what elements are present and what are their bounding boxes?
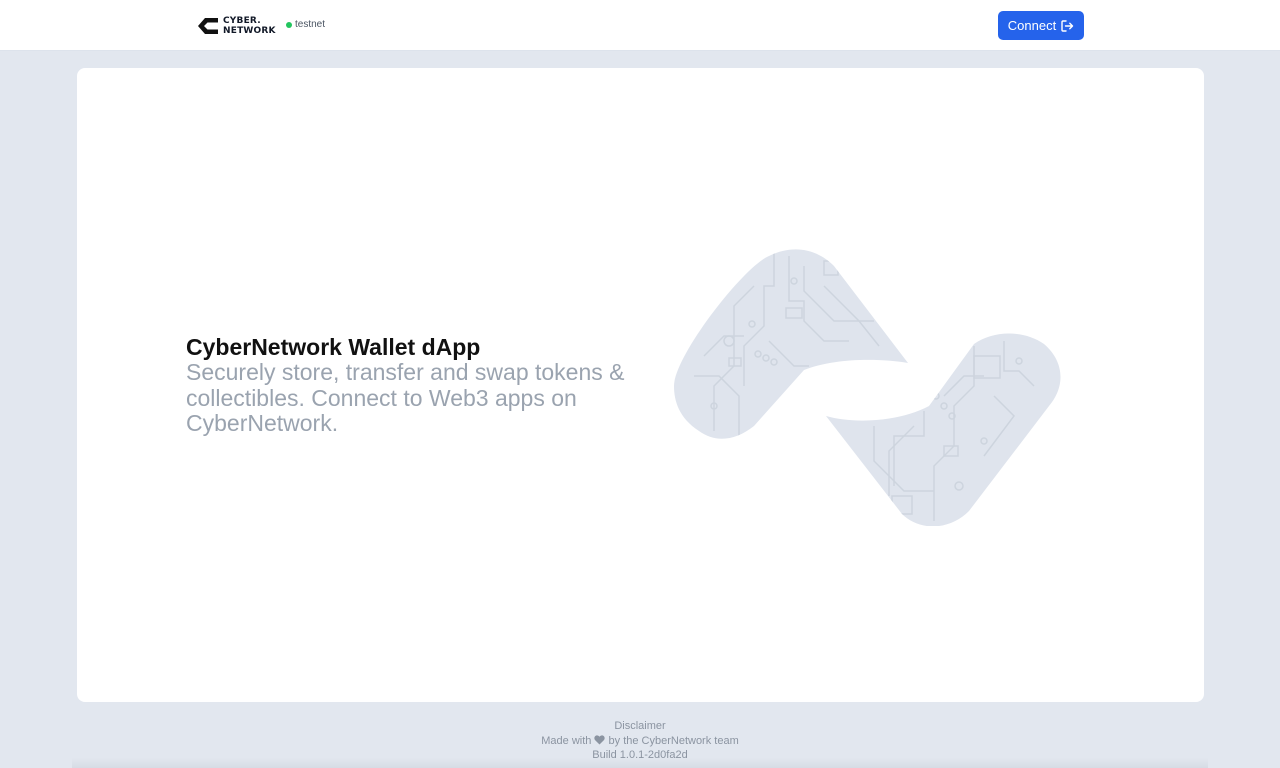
made-with-prefix: Made with: [541, 734, 592, 747]
heart-icon: [594, 734, 606, 744]
brand-wordmark: CYBER. NETWORK: [223, 16, 276, 36]
brand-logo[interactable]: CYBER. NETWORK: [197, 14, 276, 38]
main-card: CyberNetwork Wallet dApp Securely store,…: [77, 68, 1204, 702]
made-with-suffix: by the CyberNetwork team: [608, 734, 739, 747]
made-with-line: Made with by the CyberNetwork team: [0, 734, 1280, 749]
network-badge: testnet: [286, 19, 325, 30]
footer: Disclaimer Made with by the CyberNetwork…: [0, 719, 1280, 763]
bottom-shade: [72, 758, 1208, 768]
cybernetwork-logo-icon: [198, 18, 218, 34]
top-navbar: CYBER. NETWORK testnet Connect: [0, 0, 1280, 51]
network-status-dot: [286, 21, 292, 28]
circuit-logo-illustration: [674, 249, 1061, 526]
connect-button-label: Connect: [1007, 18, 1057, 33]
hero-title: CyberNetwork Wallet dApp: [186, 334, 481, 360]
brand-wordmark-line1: CYBER.: [223, 16, 261, 26]
connect-button[interactable]: Connect: [998, 11, 1084, 40]
brand-wordmark-line2: NETWORK: [223, 26, 276, 36]
hero-subtitle: Securely store, transfer and swap tokens…: [186, 359, 625, 436]
network-label: testnet: [295, 19, 326, 30]
disclaimer-link[interactable]: Disclaimer: [0, 719, 1280, 734]
sign-in-arrow-icon: [1061, 19, 1074, 32]
